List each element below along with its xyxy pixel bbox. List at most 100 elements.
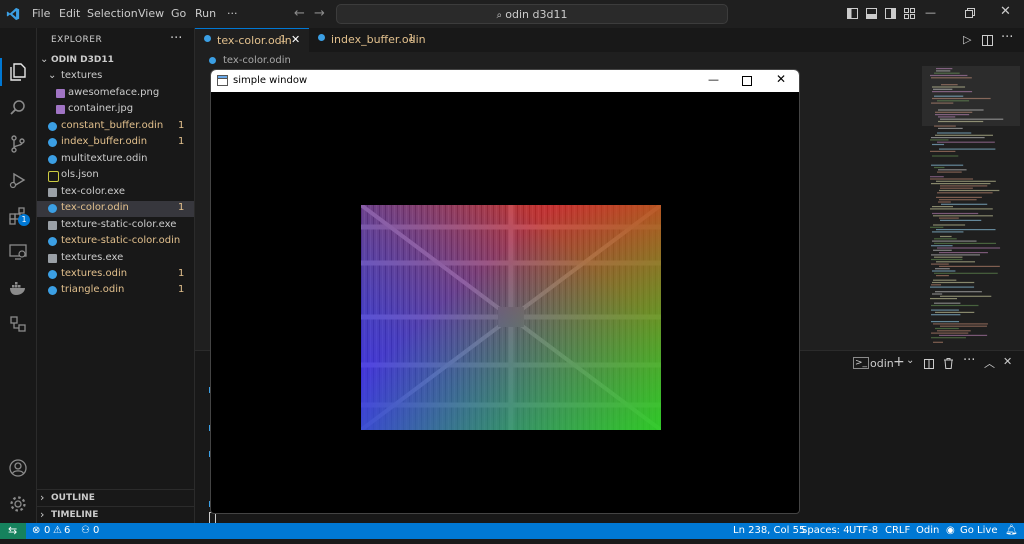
maximize-icon[interactable] <box>742 76 752 86</box>
vscode-logo-icon[interactable] <box>6 7 20 21</box>
minimize-icon[interactable]: — <box>925 6 936 19</box>
minimap-line <box>932 212 979 215</box>
toggle-primary-sidebar-icon[interactable] <box>847 8 858 19</box>
chevron-down-icon[interactable]: ⌄ <box>906 355 914 366</box>
close-icon[interactable]: ✕ <box>776 72 786 86</box>
minimap-line <box>939 199 977 201</box>
maximize-panel-icon[interactable]: ︿ <box>984 355 995 371</box>
minimap-line <box>933 279 957 281</box>
breadcrumb[interactable]: tex-color.odin <box>209 55 291 66</box>
timeline-label: TIMELINE <box>51 510 99 520</box>
file-name: triangle.odin <box>61 284 125 296</box>
docker-icon[interactable] <box>8 278 28 298</box>
minimap-line <box>932 143 945 146</box>
menu-file[interactable]: File <box>32 7 50 20</box>
image-file-icon <box>56 105 65 115</box>
folder-root[interactable]: ⌄ ODIN D3D11 <box>37 53 194 69</box>
warning-count[interactable]: 6 <box>64 525 70 536</box>
file-row[interactable]: container.jpg <box>37 102 194 118</box>
ports-icon[interactable]: ⚇ <box>81 525 90 536</box>
folder-textures[interactable]: ⌄ textures <box>37 69 194 85</box>
file-row[interactable]: index_buffer.odin 1 <box>37 135 194 151</box>
account-icon[interactable] <box>8 458 28 478</box>
nav-forward-icon[interactable]: → <box>314 6 325 21</box>
file-row[interactable]: triangle.odin 1 <box>37 283 194 299</box>
file-row[interactable]: textures.odin 1 <box>37 267 194 283</box>
minimap-line <box>930 139 949 141</box>
editor-more-icon[interactable]: ··· <box>1001 30 1013 45</box>
file-row[interactable]: constant_buffer.odin 1 <box>37 119 194 135</box>
tab-tex-color[interactable]: tex-color.odin 1 ✕ <box>195 28 309 53</box>
simple-window-titlebar[interactable]: simple window — ✕ <box>211 70 799 92</box>
menu-edit[interactable]: Edit <box>59 7 80 20</box>
file-row[interactable]: tex-color.exe <box>37 185 194 201</box>
close-panel-icon[interactable]: ✕ <box>1003 355 1012 368</box>
minimap-line <box>939 265 1000 267</box>
tab-index-buffer[interactable]: index_buffer.odin 1 <box>309 28 426 52</box>
encoding[interactable]: UTF-8 <box>849 525 878 536</box>
minimap-line <box>930 208 993 210</box>
explorer-more-icon[interactable]: ··· <box>170 31 182 46</box>
restore-icon[interactable] <box>965 8 975 18</box>
minimap-line <box>938 169 967 171</box>
golive-icon[interactable]: ◉ <box>946 525 955 536</box>
panel-more-icon[interactable]: ··· <box>963 353 975 368</box>
file-row[interactable]: texture-static-color.odin <box>37 234 194 250</box>
minimap[interactable] <box>922 66 1020 348</box>
menu-view[interactable]: View <box>138 7 164 20</box>
remote-indicator[interactable]: ⇆ <box>0 523 26 539</box>
minimap-line <box>936 180 996 182</box>
run-debug-icon[interactable] <box>8 170 28 190</box>
menu-run[interactable]: Run <box>195 7 216 20</box>
terminal-name[interactable]: odin <box>870 357 894 370</box>
minimap-line <box>934 272 998 274</box>
nav-back-icon[interactable]: ← <box>294 6 305 21</box>
simple-window[interactable]: simple window — ✕ <box>210 69 800 514</box>
source-control-icon[interactable] <box>8 134 28 154</box>
ports-count[interactable]: 0 <box>93 525 99 536</box>
command-center-search[interactable]: ⌕ odin d3d11 <box>336 4 728 24</box>
chevron-right-icon: › <box>40 491 45 504</box>
explorer-icon[interactable] <box>8 62 28 82</box>
customize-layout-icon[interactable] <box>904 8 915 19</box>
cursor-position[interactable]: Ln 238, Col 55 <box>733 525 805 536</box>
language-mode[interactable]: Odin <box>916 525 939 536</box>
file-row[interactable]: ols.json <box>37 168 194 184</box>
menu-selection[interactable]: Selection <box>87 7 138 20</box>
new-terminal-icon[interactable]: + <box>893 354 905 370</box>
search-icon[interactable] <box>8 98 28 118</box>
golive-button[interactable]: Go Live <box>960 525 997 536</box>
remote-explorer-icon[interactable] <box>8 242 28 262</box>
odin-tools-icon[interactable] <box>8 314 28 334</box>
file-row[interactable]: awesomeface.png <box>37 86 194 102</box>
toggle-panel-icon[interactable] <box>866 8 877 19</box>
minimap-line <box>930 286 975 288</box>
split-editor-icon[interactable] <box>982 35 993 46</box>
split-terminal-icon[interactable] <box>924 359 934 369</box>
file-row[interactable]: texture-static-color.exe <box>37 218 194 234</box>
timeline-section[interactable]: › TIMELINE <box>37 506 194 523</box>
manage-gear-icon[interactable] <box>8 494 28 514</box>
notifications-bell-icon[interactable]: 🔔︎ <box>1005 525 1018 536</box>
minimize-icon[interactable]: — <box>708 73 719 86</box>
warning-icon[interactable]: ⚠ <box>53 525 62 536</box>
kill-terminal-trash-icon[interactable] <box>944 358 953 369</box>
line-ending[interactable]: CRLF <box>885 525 910 536</box>
menu-more[interactable]: ··· <box>227 7 238 20</box>
minimap-line <box>930 178 974 180</box>
error-icon[interactable]: ⊗ <box>32 525 40 536</box>
close-window-icon[interactable]: ✕ <box>1000 4 1011 19</box>
problem-count: 1 <box>178 284 185 296</box>
indentation[interactable]: Spaces: 4 <box>801 525 850 536</box>
file-name: tex-color.exe <box>61 185 126 197</box>
outline-section[interactable]: › OUTLINE <box>37 489 194 506</box>
menu-go[interactable]: Go <box>171 7 186 20</box>
file-row[interactable]: textures.exe <box>37 251 194 267</box>
run-icon[interactable]: ▷ <box>963 33 971 46</box>
file-row[interactable]: multitexture.odin <box>37 152 194 168</box>
minimap-line <box>940 325 987 327</box>
file-row[interactable]: tex-color.odin 1 <box>37 201 194 218</box>
error-count[interactable]: 0 <box>44 525 50 536</box>
toggle-secondary-sidebar-icon[interactable] <box>885 8 896 19</box>
close-tab-icon[interactable]: ✕ <box>291 33 300 46</box>
